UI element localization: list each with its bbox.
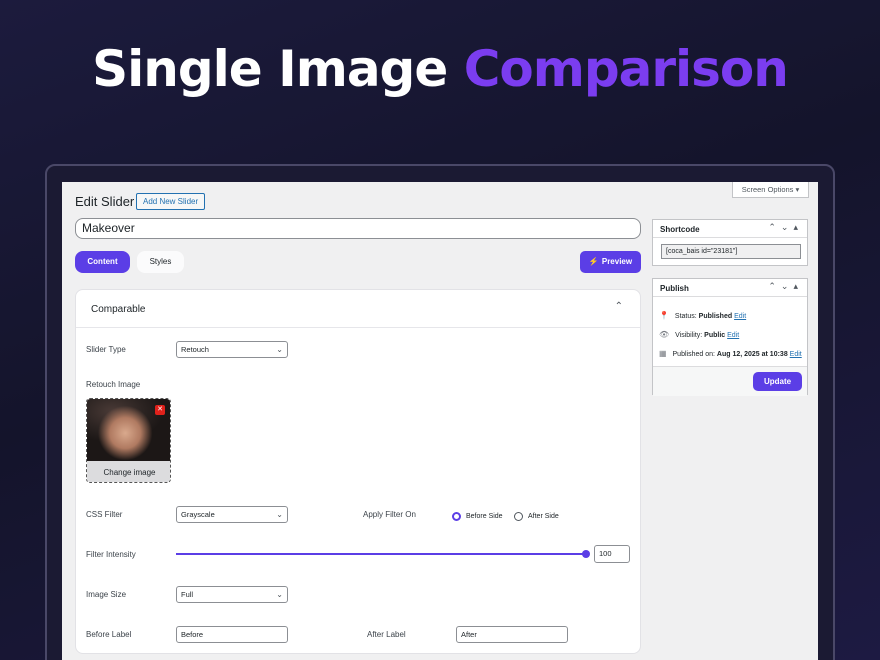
filter-intensity-thumb[interactable]: [582, 550, 590, 558]
status-row: 📍 Status: Published Edit: [659, 311, 746, 320]
hero-title: Single Image Comparison: [0, 40, 880, 98]
preview-label: Preview: [601, 257, 633, 266]
status-edit-link[interactable]: Edit: [734, 313, 746, 320]
after-label-label: After Label: [367, 630, 406, 639]
slider-title-input[interactable]: Makeover: [75, 218, 641, 239]
slider-type-value: Retouch: [181, 345, 209, 354]
box-controls-icon[interactable]: ⌃⌄▴: [768, 281, 803, 292]
bolt-icon: ⚡: [588, 257, 599, 266]
screen-options-button[interactable]: Screen Options ▾: [732, 182, 809, 198]
published-row: ▦ Published on: Aug 12, 2025 at 10:38 Ed…: [659, 349, 802, 358]
filter-intensity-input[interactable]: 100: [594, 545, 630, 563]
trash-icon[interactable]: ✕: [155, 405, 165, 415]
chevron-up-icon[interactable]: ⌃: [615, 301, 623, 312]
slider-type-label: Slider Type: [86, 345, 126, 354]
visibility-value: Public: [704, 332, 726, 339]
change-image-button[interactable]: Change image: [87, 461, 170, 482]
published-label: Published on:: [672, 351, 715, 358]
shortcode-field[interactable]: [coca_bais id="23181"]: [661, 244, 801, 259]
retouch-image-picker[interactable]: ✕ Change image: [86, 398, 171, 483]
preview-button[interactable]: ⚡ Preview: [580, 251, 641, 273]
publish-box-title: Publish: [660, 284, 689, 293]
hero-title-main: Single Image: [92, 40, 448, 98]
status-value: Published: [698, 313, 733, 320]
chevron-down-icon: ⌄: [276, 590, 283, 599]
pin-icon: 📍: [659, 311, 669, 320]
before-label-input[interactable]: Before: [176, 626, 288, 643]
chevron-down-icon: ⌄: [276, 510, 283, 519]
eye-icon: 👁: [659, 330, 670, 339]
panel-title: Comparable: [91, 304, 146, 315]
comparable-panel: Comparable ⌃ Slider Type Retouch ⌄ Retou…: [75, 289, 641, 654]
add-new-slider-button[interactable]: Add New Slider: [136, 193, 206, 210]
update-button[interactable]: Update: [753, 372, 802, 391]
tab-styles[interactable]: Styles: [137, 251, 184, 273]
radio-after-side-label: After Side: [528, 513, 559, 520]
apply-filter-label: Apply Filter On: [363, 510, 416, 519]
radio-before-side-label: Before Side: [466, 513, 503, 520]
published-edit-link[interactable]: Edit: [790, 351, 802, 358]
tab-content[interactable]: Content: [75, 251, 130, 273]
image-size-label: Image Size: [86, 590, 127, 599]
visibility-row: 👁 Visibility: Public Edit: [659, 330, 739, 339]
filter-intensity-track[interactable]: [176, 553, 586, 555]
publish-box-header: Publish ⌃⌄▴: [653, 279, 807, 297]
shortcode-box-header: Shortcode ⌃⌄▴: [653, 220, 807, 238]
calendar-icon: ▦: [659, 349, 667, 358]
visibility-label: Visibility:: [675, 332, 703, 339]
admin-screen: Edit Slider Add New Slider Screen Option…: [62, 182, 818, 660]
slider-type-select[interactable]: Retouch ⌄: [176, 341, 288, 358]
css-filter-select[interactable]: Grayscale ⌄: [176, 506, 288, 523]
image-size-value: Full: [181, 590, 194, 599]
publish-footer: Update: [653, 366, 807, 396]
shortcode-box: Shortcode ⌃⌄▴ [coca_bais id="23181"]: [652, 219, 808, 266]
retouch-image-label: Retouch Image: [86, 380, 141, 389]
box-controls-icon[interactable]: ⌃⌄▴: [768, 222, 803, 233]
publish-box: Publish ⌃⌄▴ 📍 Status: Published Edit 👁 V…: [652, 278, 808, 396]
radio-after-side[interactable]: [514, 512, 523, 521]
status-label: Status:: [674, 313, 697, 320]
hero-title-accent: Comparison: [463, 40, 789, 98]
before-label-label: Before Label: [86, 630, 132, 639]
css-filter-label: CSS Filter: [86, 510, 123, 519]
radio-before-side[interactable]: [452, 512, 461, 521]
filter-intensity-label: Filter Intensity: [86, 550, 136, 559]
image-size-select[interactable]: Full ⌄: [176, 586, 288, 603]
chevron-down-icon: ⌄: [276, 345, 283, 354]
page-title: Edit Slider: [75, 194, 135, 209]
shortcode-box-title: Shortcode: [660, 225, 700, 234]
after-label-input[interactable]: After: [456, 626, 568, 643]
visibility-edit-link[interactable]: Edit: [727, 332, 739, 339]
published-value: Aug 12, 2025 at 10:38: [716, 351, 788, 358]
panel-header[interactable]: Comparable ⌃: [76, 290, 640, 328]
css-filter-value: Grayscale: [181, 510, 215, 519]
